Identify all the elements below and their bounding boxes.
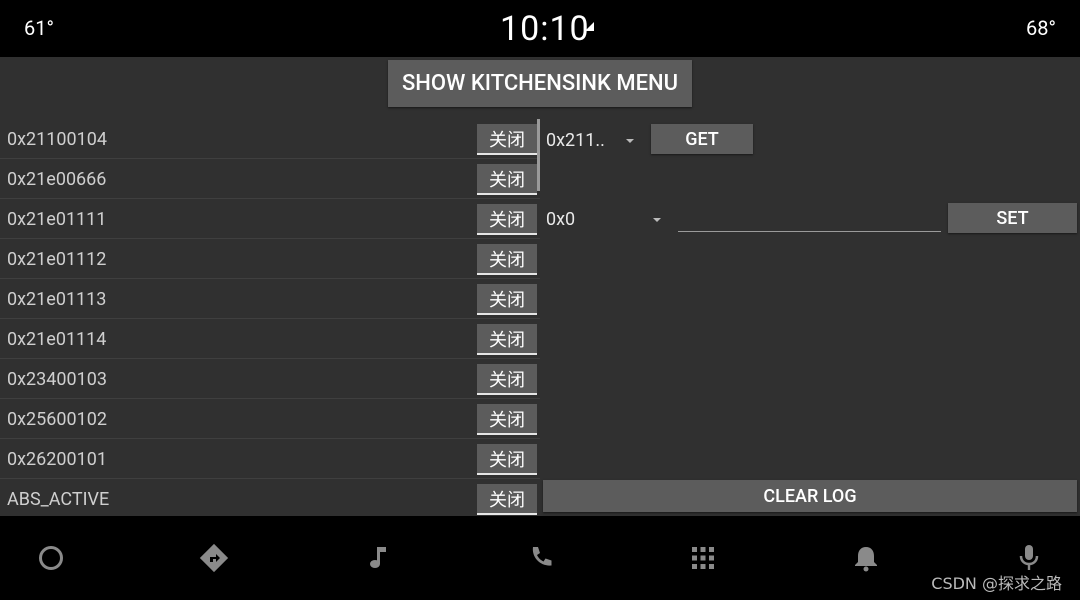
property-id: 0x21e01113	[7, 289, 107, 310]
watermark: CSDN @探求之路	[931, 574, 1062, 593]
property-id: 0x21e01114	[7, 329, 107, 350]
clock: 10:10	[500, 9, 590, 49]
property-id: 0x26200101	[7, 449, 107, 470]
area-dropdown[interactable]: 0x0	[546, 209, 666, 233]
toggle-off-button[interactable]: 关闭	[477, 404, 537, 435]
home-icon[interactable]	[36, 543, 66, 573]
list-scrollbar[interactable]	[537, 119, 540, 191]
toggle-off-button[interactable]: 关闭	[477, 444, 537, 475]
get-button[interactable]: GET	[651, 124, 753, 154]
navigation-icon[interactable]	[199, 543, 229, 573]
toggle-off-button[interactable]: 关闭	[477, 284, 537, 315]
property-dropdown[interactable]: 0x211..	[546, 130, 640, 154]
list-item[interactable]: 0x21e01114 关闭	[0, 319, 540, 359]
property-id: 0x25600102	[7, 409, 107, 430]
property-id: 0x21e01112	[7, 249, 107, 270]
property-id: 0x21100104	[7, 129, 107, 150]
list-item[interactable]: ABS_ACTIVE 关闭	[0, 479, 540, 519]
status-bar: 61° 10:10 68°	[0, 0, 1080, 57]
navigation-bar	[0, 516, 1080, 600]
toggle-off-button[interactable]: 关闭	[477, 204, 537, 235]
list-item[interactable]: 0x25600102 关闭	[0, 399, 540, 439]
property-id: 0x21e00666	[7, 169, 107, 190]
clear-log-button[interactable]: CLEAR LOG	[543, 480, 1077, 512]
list-item[interactable]: 0x21100104 关闭	[0, 119, 540, 159]
list-item[interactable]: 0x21e01111 关闭	[0, 199, 540, 239]
property-id: 0x21e01111	[7, 209, 107, 230]
passenger-temperature[interactable]: 68°	[1026, 16, 1056, 40]
set-button[interactable]: SET	[948, 203, 1077, 233]
list-item[interactable]: 0x23400103 关闭	[0, 359, 540, 399]
phone-icon[interactable]	[525, 543, 555, 573]
driver-temperature[interactable]: 61°	[24, 16, 54, 40]
toggle-off-button[interactable]: 关闭	[477, 124, 537, 155]
set-value-input[interactable]	[678, 215, 941, 232]
property-test-panel: SHOW KITCHENSINK MENU 0x21100104 关闭 0x21…	[0, 57, 1080, 519]
microphone-icon[interactable]	[1014, 543, 1044, 573]
area-dropdown-value: 0x0	[546, 209, 576, 230]
apps-grid-icon[interactable]	[688, 543, 718, 573]
list-item[interactable]: 0x26200101 关闭	[0, 439, 540, 479]
toggle-off-button[interactable]: 关闭	[477, 244, 537, 275]
toggle-off-button[interactable]: 关闭	[477, 484, 537, 515]
toggle-off-button[interactable]: 关闭	[477, 364, 537, 395]
property-id: ABS_ACTIVE	[7, 489, 110, 510]
list-item[interactable]: 0x21e00666 关闭	[0, 159, 540, 199]
dropdown-arrow-icon	[626, 139, 634, 143]
list-item[interactable]: 0x21e01113 关闭	[0, 279, 540, 319]
property-dropdown-value: 0x211..	[546, 130, 605, 151]
dropdown-arrow-icon	[653, 218, 661, 222]
list-item[interactable]: 0x21e01112 关闭	[0, 239, 540, 279]
signal-icon	[585, 22, 594, 31]
show-kitchensink-menu-button[interactable]: SHOW KITCHENSINK MENU	[388, 60, 692, 107]
music-icon[interactable]	[362, 543, 392, 573]
toggle-off-button[interactable]: 关闭	[477, 164, 537, 195]
property-list: 0x21100104 关闭 0x21e00666 关闭 0x21e01111 关…	[0, 119, 540, 519]
property-id: 0x23400103	[7, 369, 107, 390]
notifications-icon[interactable]	[851, 543, 881, 573]
toggle-off-button[interactable]: 关闭	[477, 324, 537, 355]
